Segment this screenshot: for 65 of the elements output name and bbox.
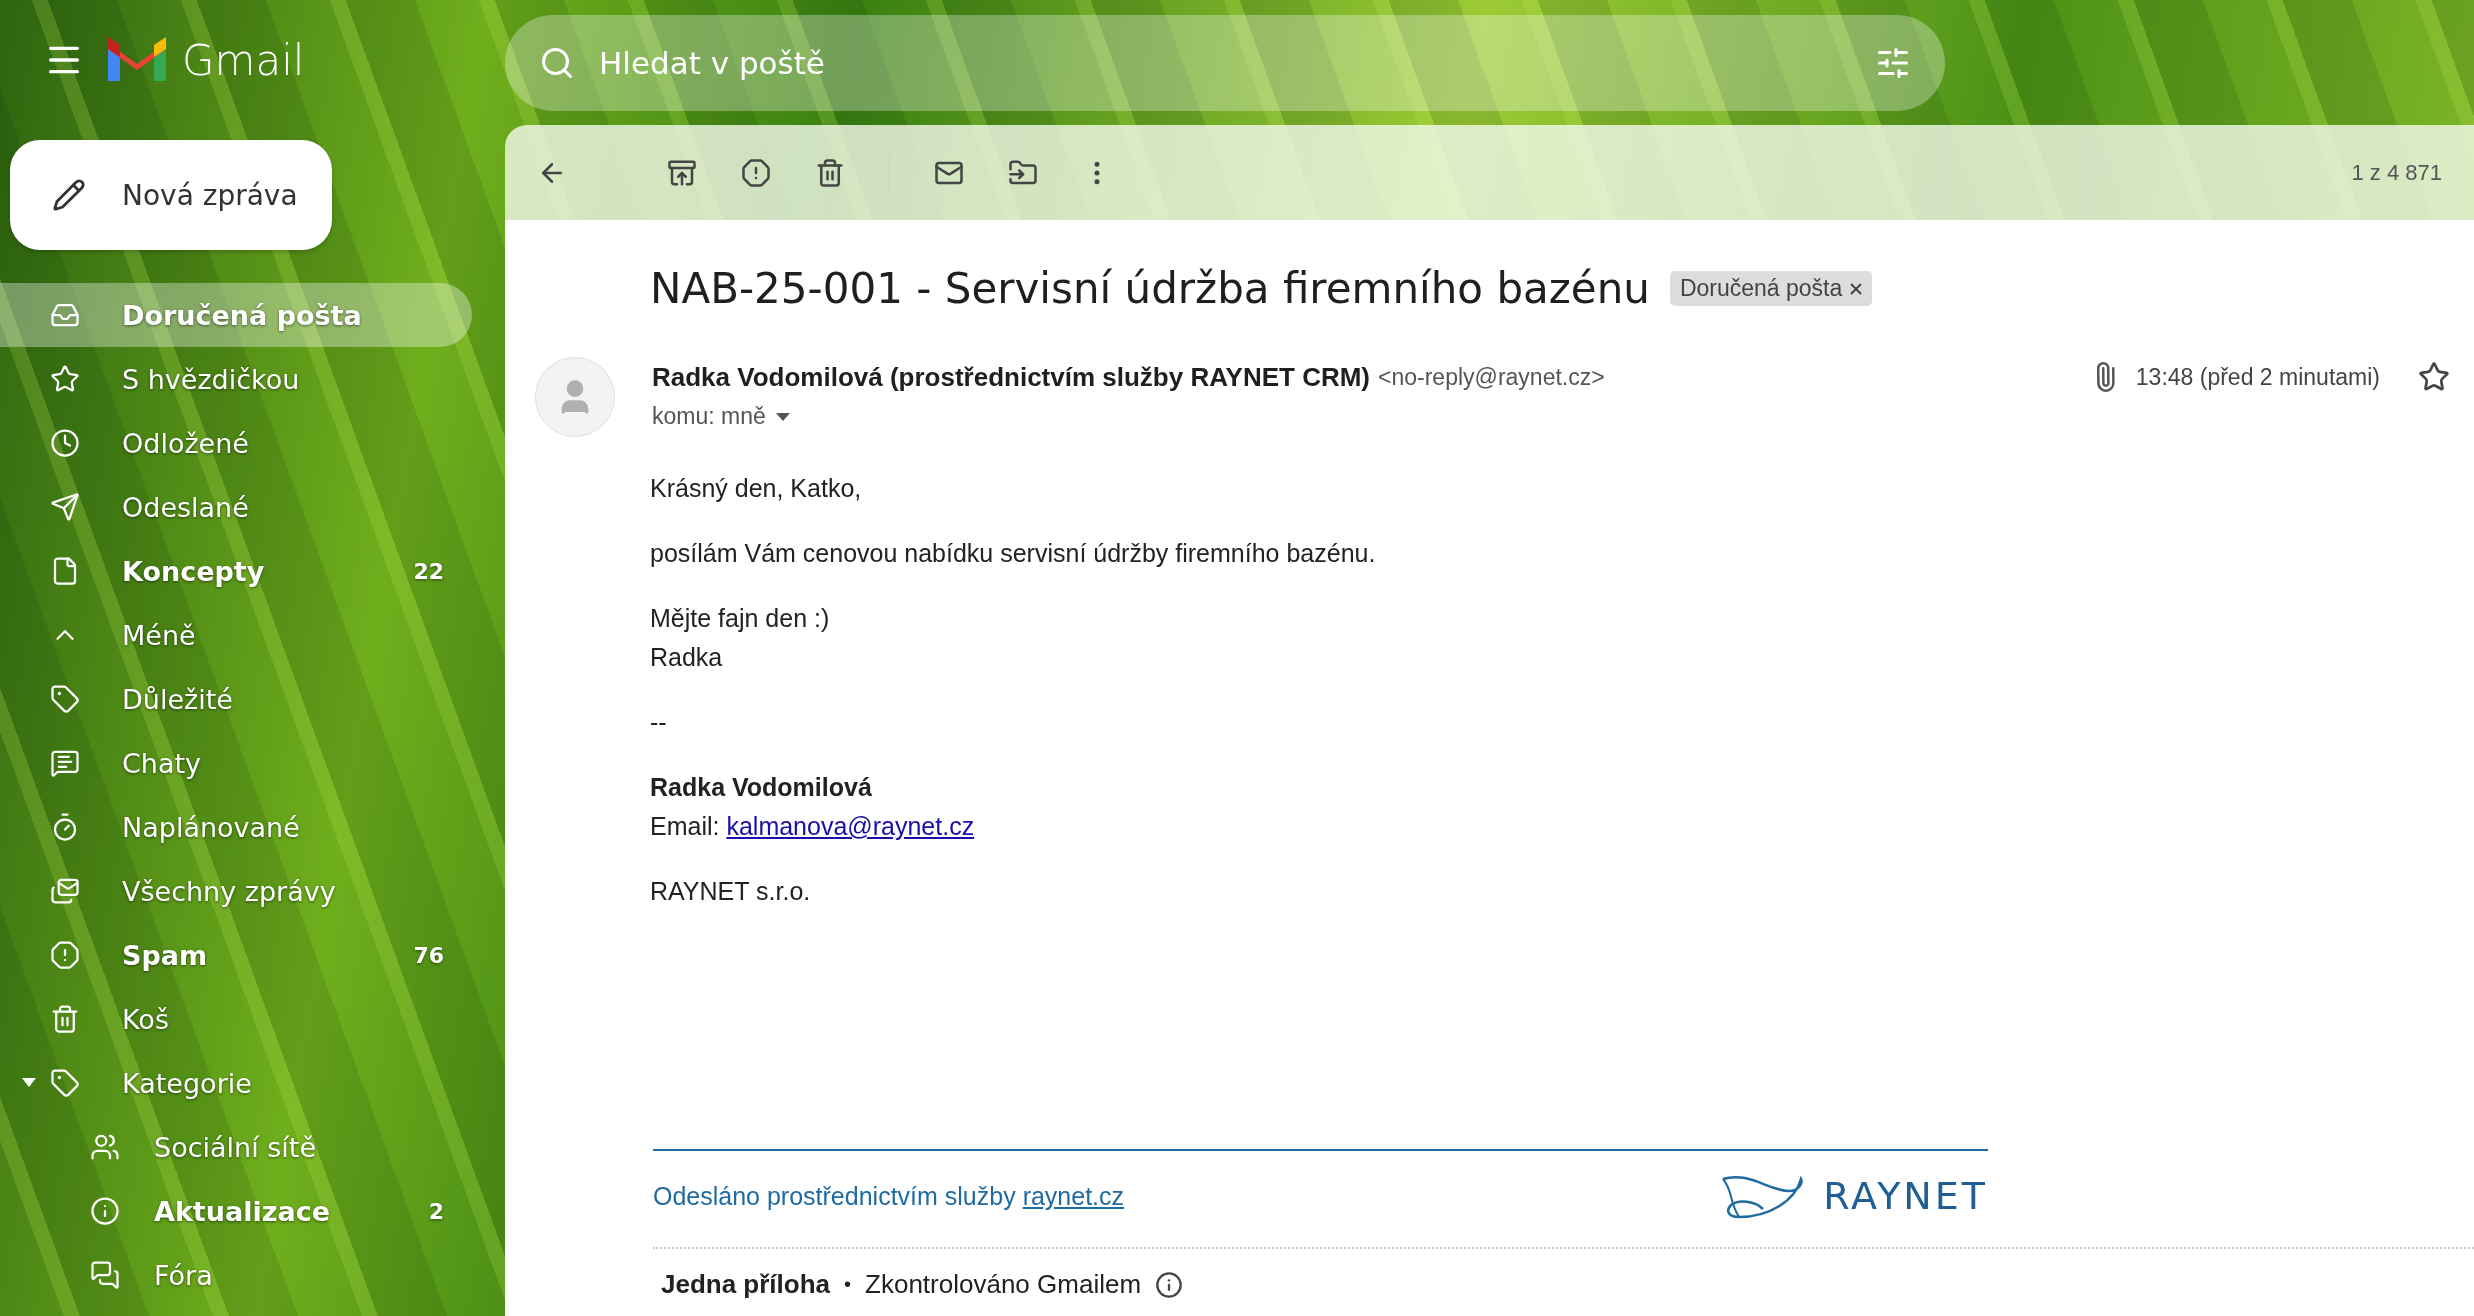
close-icon[interactable] xyxy=(1850,282,1863,295)
sidebar-item[interactable]: Aktualizace 2 xyxy=(0,1179,472,1243)
unread-count: 76 xyxy=(413,942,444,968)
sidebar-item[interactable]: Spam 76 xyxy=(0,923,472,987)
raynet-link[interactable]: raynet.cz xyxy=(1022,1181,1125,1210)
sidebar-item[interactable]: Odeslané xyxy=(0,475,472,539)
sidebar-item[interactable]: S hvězdičkou xyxy=(0,347,472,411)
sidebar-item[interactable]: Koš xyxy=(0,987,472,1051)
caret-icon xyxy=(775,412,790,421)
sidebar-item[interactable]: Fóra xyxy=(0,1243,472,1307)
info-icon[interactable] xyxy=(1155,1270,1184,1299)
unread-count: 2 xyxy=(428,1198,444,1224)
separator-dot: • xyxy=(844,1273,852,1296)
sidebar-item[interactable]: Doručená pošta xyxy=(0,283,472,347)
attachments-title: Jedna příloha xyxy=(661,1269,831,1300)
app-name: Gmail xyxy=(182,35,305,85)
star-icon[interactable] xyxy=(2418,361,2450,393)
sidebar-item[interactable]: Důležité xyxy=(0,667,472,731)
sidebar-item[interactable]: Sociální sítě xyxy=(0,1115,472,1179)
pencil-icon xyxy=(52,178,86,212)
sidebar-item[interactable]: Všechny zprávy xyxy=(0,859,472,923)
footer-text: Odesláno prostřednictvím služby raynet.cz xyxy=(653,1181,1125,1211)
sidebar-item[interactable]: Naplánované xyxy=(0,795,472,859)
label-icon xyxy=(50,1068,80,1098)
trash-icon[interactable] xyxy=(815,157,845,188)
body-text: posílám Vám cenovou nabídku servisní údržby firemního bazénu. xyxy=(650,538,1377,569)
received-time: 13:48 (před 2 minutami) xyxy=(2135,363,2380,391)
scan-note: Zkontrolováno Gmailem xyxy=(865,1269,1142,1300)
forum-icon xyxy=(90,1260,120,1290)
sender-name: Radka Vodomilová (prostřednictvím služby RAYNET CRM) xyxy=(652,361,1370,393)
info-icon xyxy=(90,1196,120,1226)
body-text: RAYNET s.r.o. xyxy=(650,876,812,907)
sender-email: <no-reply@raynet.cz> xyxy=(1378,363,1605,391)
sidebar-item[interactable]: Méně xyxy=(0,603,472,667)
unread-count: 22 xyxy=(413,558,444,584)
trash-icon xyxy=(50,1004,80,1034)
label-chip[interactable]: Doručená pošta xyxy=(1669,271,1873,306)
sidebar-item[interactable]: Chaty xyxy=(0,731,472,795)
message-counter: 1 z 4 871 xyxy=(2351,159,2442,186)
recipient-dropdown[interactable]: komu: mně xyxy=(652,403,2474,430)
sidebar-item[interactable]: Koncepty 22 xyxy=(0,539,472,603)
body-text: Krásný den, Katko, xyxy=(650,473,863,504)
clock-icon xyxy=(50,428,80,458)
body-text: Mějte fajn den :) Radka xyxy=(650,603,831,673)
compose-button[interactable]: Nová zpráva xyxy=(10,140,332,250)
email-label: Email: xyxy=(650,812,721,840)
mail-logo-icon xyxy=(106,37,168,83)
send-icon xyxy=(50,492,80,522)
mails-icon xyxy=(50,876,80,906)
alert-icon xyxy=(50,940,80,970)
people-icon xyxy=(90,1132,120,1162)
search-field[interactable]: Hledat v poště xyxy=(597,43,1853,82)
sidebar-item[interactable]: Kategorie xyxy=(0,1051,472,1115)
search-bar[interactable]: Hledat v poště xyxy=(505,14,1945,111)
label-icon xyxy=(50,684,80,714)
sidebar-item[interactable]: Odložené xyxy=(0,411,472,475)
caret-icon[interactable] xyxy=(22,1078,36,1088)
raynet-logo-text: RAYNET xyxy=(1823,1174,1988,1218)
star-icon xyxy=(50,364,80,394)
report-spam-icon[interactable] xyxy=(741,157,771,188)
signature-name: Radka Vodomilová xyxy=(650,772,873,803)
chat-icon xyxy=(50,748,80,778)
email-subject: NAB-25-001 - Servisní údržba firemního bazénu xyxy=(650,264,1650,313)
email-link[interactable]: kalmanova@raynet.cz xyxy=(726,812,975,840)
body-text: -- xyxy=(650,707,668,738)
